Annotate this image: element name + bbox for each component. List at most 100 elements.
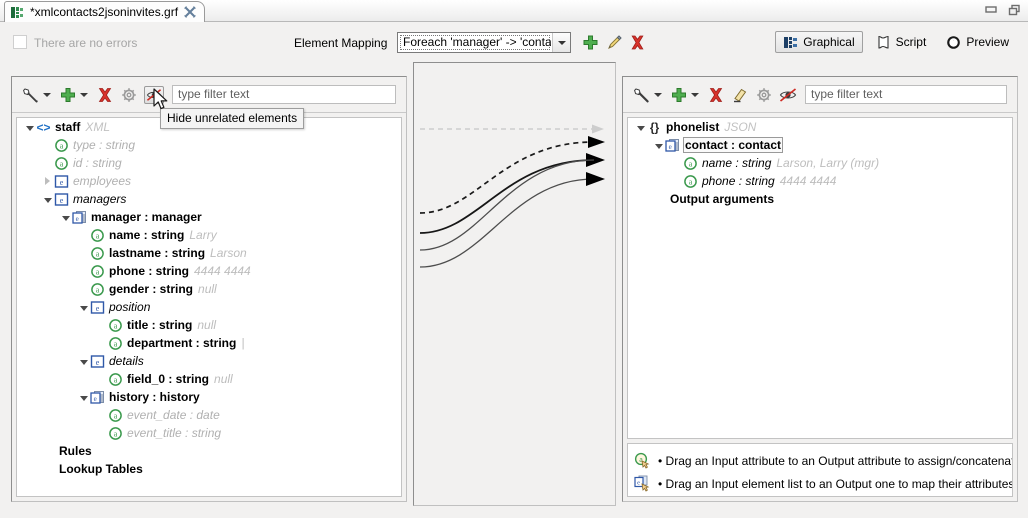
element-icon: e [54,174,69,189]
tree-row-label: name : string [702,156,771,170]
tree-row-value: Larson, Larry (mgr) [776,156,879,170]
tree-footer-item[interactable]: Rules [17,442,401,460]
drag-attribute-icon: a [634,452,651,469]
tab-preview[interactable]: Preview [939,31,1016,53]
gear-icon[interactable] [755,86,773,104]
restore-icon[interactable] [1008,4,1022,16]
tree-row[interactable]: e details [17,352,401,370]
drag-element-icon: e [634,475,651,492]
tab-graphical[interactable]: Graphical [775,31,862,53]
delete-x-icon[interactable] [707,86,725,104]
minimize-icon[interactable] [984,4,998,16]
chevron-down-icon[interactable] [634,124,647,131]
element-list-icon: e [90,390,105,405]
hide-eye-icon[interactable] [779,86,797,104]
chevron-down-icon[interactable] [40,86,53,104]
attribute-icon: a [108,372,123,387]
chevron-down-icon[interactable] [41,196,54,203]
magic-wand-icon[interactable] [22,86,40,104]
input-filter-field[interactable]: type filter text [172,85,396,104]
chevron-down-icon[interactable] [59,214,72,221]
gear-icon[interactable] [120,86,138,104]
tree-row[interactable]: adepartment : string| [17,334,401,352]
editor-tab-label: *xmlcontacts2jsoninvites.grf [30,5,178,19]
tooltip-hide-unrelated: Hide unrelated elements [160,108,304,129]
chevron-right-icon[interactable] [41,177,54,185]
tree-row[interactable]: aphone : string4444 4444 [628,172,1012,190]
chevron-down-icon[interactable] [651,86,664,104]
tree-row[interactable]: atitle : stringnull [17,316,401,334]
tree-row[interactable]: emanager : manager [17,208,401,226]
close-icon[interactable] [184,6,196,18]
chevron-down-icon[interactable] [552,33,570,52]
chevron-down-icon[interactable] [77,394,90,401]
tree-row[interactable]: aevent_date : date [17,406,401,424]
tree-row-label: details [109,354,144,368]
tree-row[interactable]: {}phonelistJSON [628,118,1012,136]
tree-row-label: field_0 : string [127,372,209,386]
tab-graphical-label: Graphical [803,35,854,49]
magic-wand-icon[interactable] [633,86,651,104]
chevron-down-icon[interactable] [23,124,36,131]
element-list-icon: e [665,138,680,153]
output-filter-field[interactable]: type filter text [805,85,1007,104]
tree-row[interactable]: e history : history [17,388,401,406]
tree-row-label: managers [73,192,126,206]
chevron-down-icon[interactable] [77,304,90,311]
attribute-icon: a [90,264,105,279]
attribute-icon: a [90,246,105,261]
tab-script[interactable]: Script [869,31,934,53]
connector-dashed-black [420,142,594,213]
tree-row-type-tag: JSON [724,120,756,134]
tree-row[interactable]: aid : string [17,154,401,172]
svg-text:e: e [94,395,97,403]
errors-status-label: There are no errors [34,36,137,50]
tree-footer-item[interactable]: Lookup Tables [17,460,401,478]
chevron-down-icon[interactable] [77,86,90,104]
tree-row[interactable]: emanagers [17,190,401,208]
errors-status-box [13,35,27,49]
edit-pencil-icon[interactable] [606,34,623,51]
tree-row[interactable]: alastname : stringLarson [17,244,401,262]
output-tree[interactable]: {}phonelistJSONecontact : contactaname :… [627,117,1013,439]
delete-x-icon[interactable] [629,34,646,51]
tree-row[interactable]: aevent_title : string [17,424,401,442]
attribute-icon: a [108,336,123,351]
attribute-icon: a [54,138,69,153]
tree-row[interactable]: atype : string [17,136,401,154]
tree-footer-item[interactable]: Output arguments [628,190,1012,208]
element-mapping-selected-value: Foreach 'manager' -> 'contact' [399,34,551,51]
tree-row[interactable]: eposition [17,298,401,316]
tree-row-value: 4444 4444 [194,264,251,278]
attribute-icon: a [108,408,123,423]
add-plus-icon[interactable] [670,86,688,104]
svg-text:e: e [96,358,100,367]
tree-footer-label: Lookup Tables [59,462,143,476]
editor-tab[interactable]: *xmlcontacts2jsoninvites.grf [4,1,205,22]
chevron-down-icon[interactable] [77,358,90,365]
tree-row[interactable]: afield_0 : stringnull [17,370,401,388]
svg-text:a: a [114,321,118,330]
tree-row[interactable]: aphone : string4444 4444 [17,262,401,280]
output-panel: type filter text {}phonelistJSONecontact… [622,76,1018,502]
preview-view-icon [946,35,961,50]
input-tree[interactable]: <>staffXMLatype : stringaid : stringeemp… [16,117,402,497]
tree-row[interactable]: eemployees [17,172,401,190]
tree-row-label: gender : string [109,282,193,296]
chevron-down-icon[interactable] [652,142,665,149]
eraser-icon[interactable] [731,86,749,104]
add-plus-icon[interactable] [59,86,77,104]
tree-row[interactable]: aname : stringLarson, Larry (mgr) [628,154,1012,172]
tree-row-label: history : history [109,390,200,404]
tree-row[interactable]: aname : stringLarry [17,226,401,244]
tree-row[interactable]: agender : stringnull [17,280,401,298]
tree-row[interactable]: econtact : contact [628,136,1012,154]
tree-row-label: title : string [127,318,192,332]
element-mapping-select[interactable]: Foreach 'manager' -> 'contact' [397,32,571,53]
hint-text: • Drag an Input element list to an Outpu… [658,477,1012,491]
chevron-down-icon[interactable] [688,86,701,104]
svg-text:a: a [60,159,64,168]
delete-x-icon[interactable] [96,86,114,104]
add-plus-icon[interactable] [582,34,599,51]
window-controls [984,4,1022,16]
